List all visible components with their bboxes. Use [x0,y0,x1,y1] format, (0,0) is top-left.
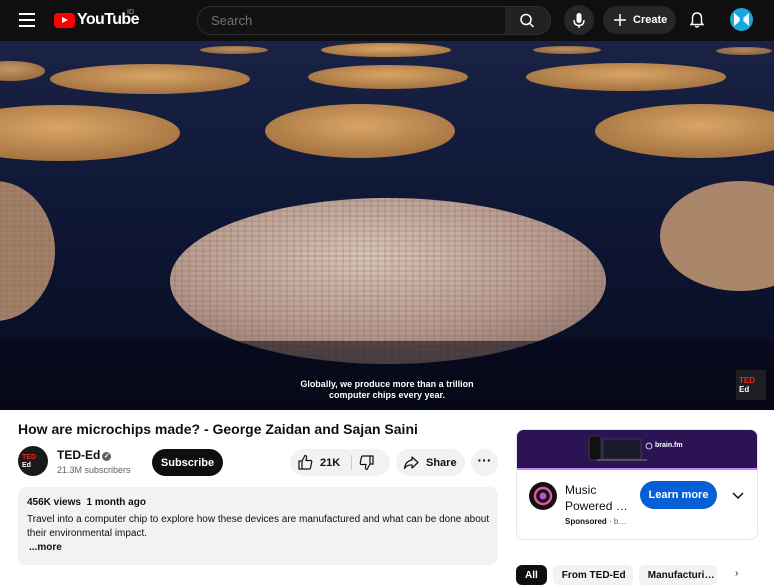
description-box[interactable]: 456K views 1 month ago Travel into a com… [18,487,498,565]
ad-domain: b… [613,517,627,526]
subscribe-button[interactable]: Subscribe [152,449,223,476]
search-button[interactable] [505,6,551,35]
create-button[interactable]: Create [603,6,676,34]
thumbs-down-icon [359,455,374,471]
channel-avatar[interactable]: TED Ed [18,446,48,476]
share-icon [403,456,419,470]
youtube-logo[interactable]: YouTube ID [54,9,139,29]
menu-icon[interactable] [19,13,35,27]
chevron-down-icon [732,492,744,500]
search-input[interactable] [209,12,493,29]
chip-all[interactable]: All [516,565,547,585]
watermark-ted: TED [739,376,755,385]
sponsored-label: Sponsored [565,517,607,526]
ad-banner-brand: brain.fm [655,442,683,449]
search-box[interactable] [197,6,506,35]
ad-banner[interactable]: brain.fm [517,430,757,470]
microphone-icon [573,13,585,28]
channel-avatar-ed: Ed [22,462,31,469]
dislike-button[interactable] [352,449,390,476]
description-more-link[interactable]: ...more [29,542,62,553]
description-text: Travel into a computer chip to explore h… [27,514,490,539]
thumbs-up-icon [298,454,313,470]
plus-icon [614,14,626,26]
channel-name[interactable]: TED-Ed [57,448,100,462]
learn-more-button[interactable]: Learn more [640,481,717,509]
bell-icon [689,12,705,28]
channel-avatar-ted: TED [22,454,36,461]
video-meta: 456K views 1 month ago [27,497,146,508]
more-actions-button[interactable]: ··· [471,449,498,476]
share-label: Share [426,456,457,469]
video-player[interactable]: Globally, we produce more than a trillio… [0,41,774,410]
video-title: How are microchips made? - George Zaidan… [18,421,418,437]
like-button[interactable]: 21K [290,449,352,476]
brainfm-logo-icon [533,486,553,506]
verified-icon: ✓ [102,452,112,461]
share-button[interactable]: Share [396,449,465,476]
chip-topic[interactable]: Manufacturi… [638,565,717,585]
upload-age: 1 month ago [86,497,146,508]
ad-logo-icon[interactable] [529,482,557,510]
channel-name-row[interactable]: TED-Ed ✓ [57,448,112,462]
watermark-ed: Ed [739,385,750,394]
subscriber-count: 21.3M subscribers [57,465,131,475]
avatar-icon [734,13,749,26]
related-filter-chips: All From TED-Ed Manufacturi… [516,565,717,585]
top-bar: YouTube ID Create [0,0,774,41]
view-count: 456K views [27,497,81,508]
ad-card[interactable]: brain.fm Music Powered … Sponsored · b… … [516,429,758,540]
ad-banner-art [517,430,757,470]
create-label: Create [633,14,668,26]
video-frame [0,41,774,410]
like-dislike-group: 21K [290,449,390,476]
voice-search-button[interactable] [564,5,594,35]
like-count: 21K [320,456,341,469]
notifications-button[interactable] [688,11,706,34]
chip-from-channel[interactable]: From TED-Ed [552,565,633,585]
country-code: ID [127,9,134,16]
ted-ed-watermark[interactable]: TED Ed [736,370,766,400]
search-icon [520,13,535,28]
ad-title[interactable]: Music Powered … [565,482,630,514]
ad-sponsored-line: Sponsored · b… [565,517,627,526]
youtube-play-icon [54,12,75,28]
ad-menu-button[interactable] [731,488,745,506]
closed-caption: Globally, we produce more than a trillio… [300,379,474,400]
account-avatar[interactable] [730,8,753,31]
